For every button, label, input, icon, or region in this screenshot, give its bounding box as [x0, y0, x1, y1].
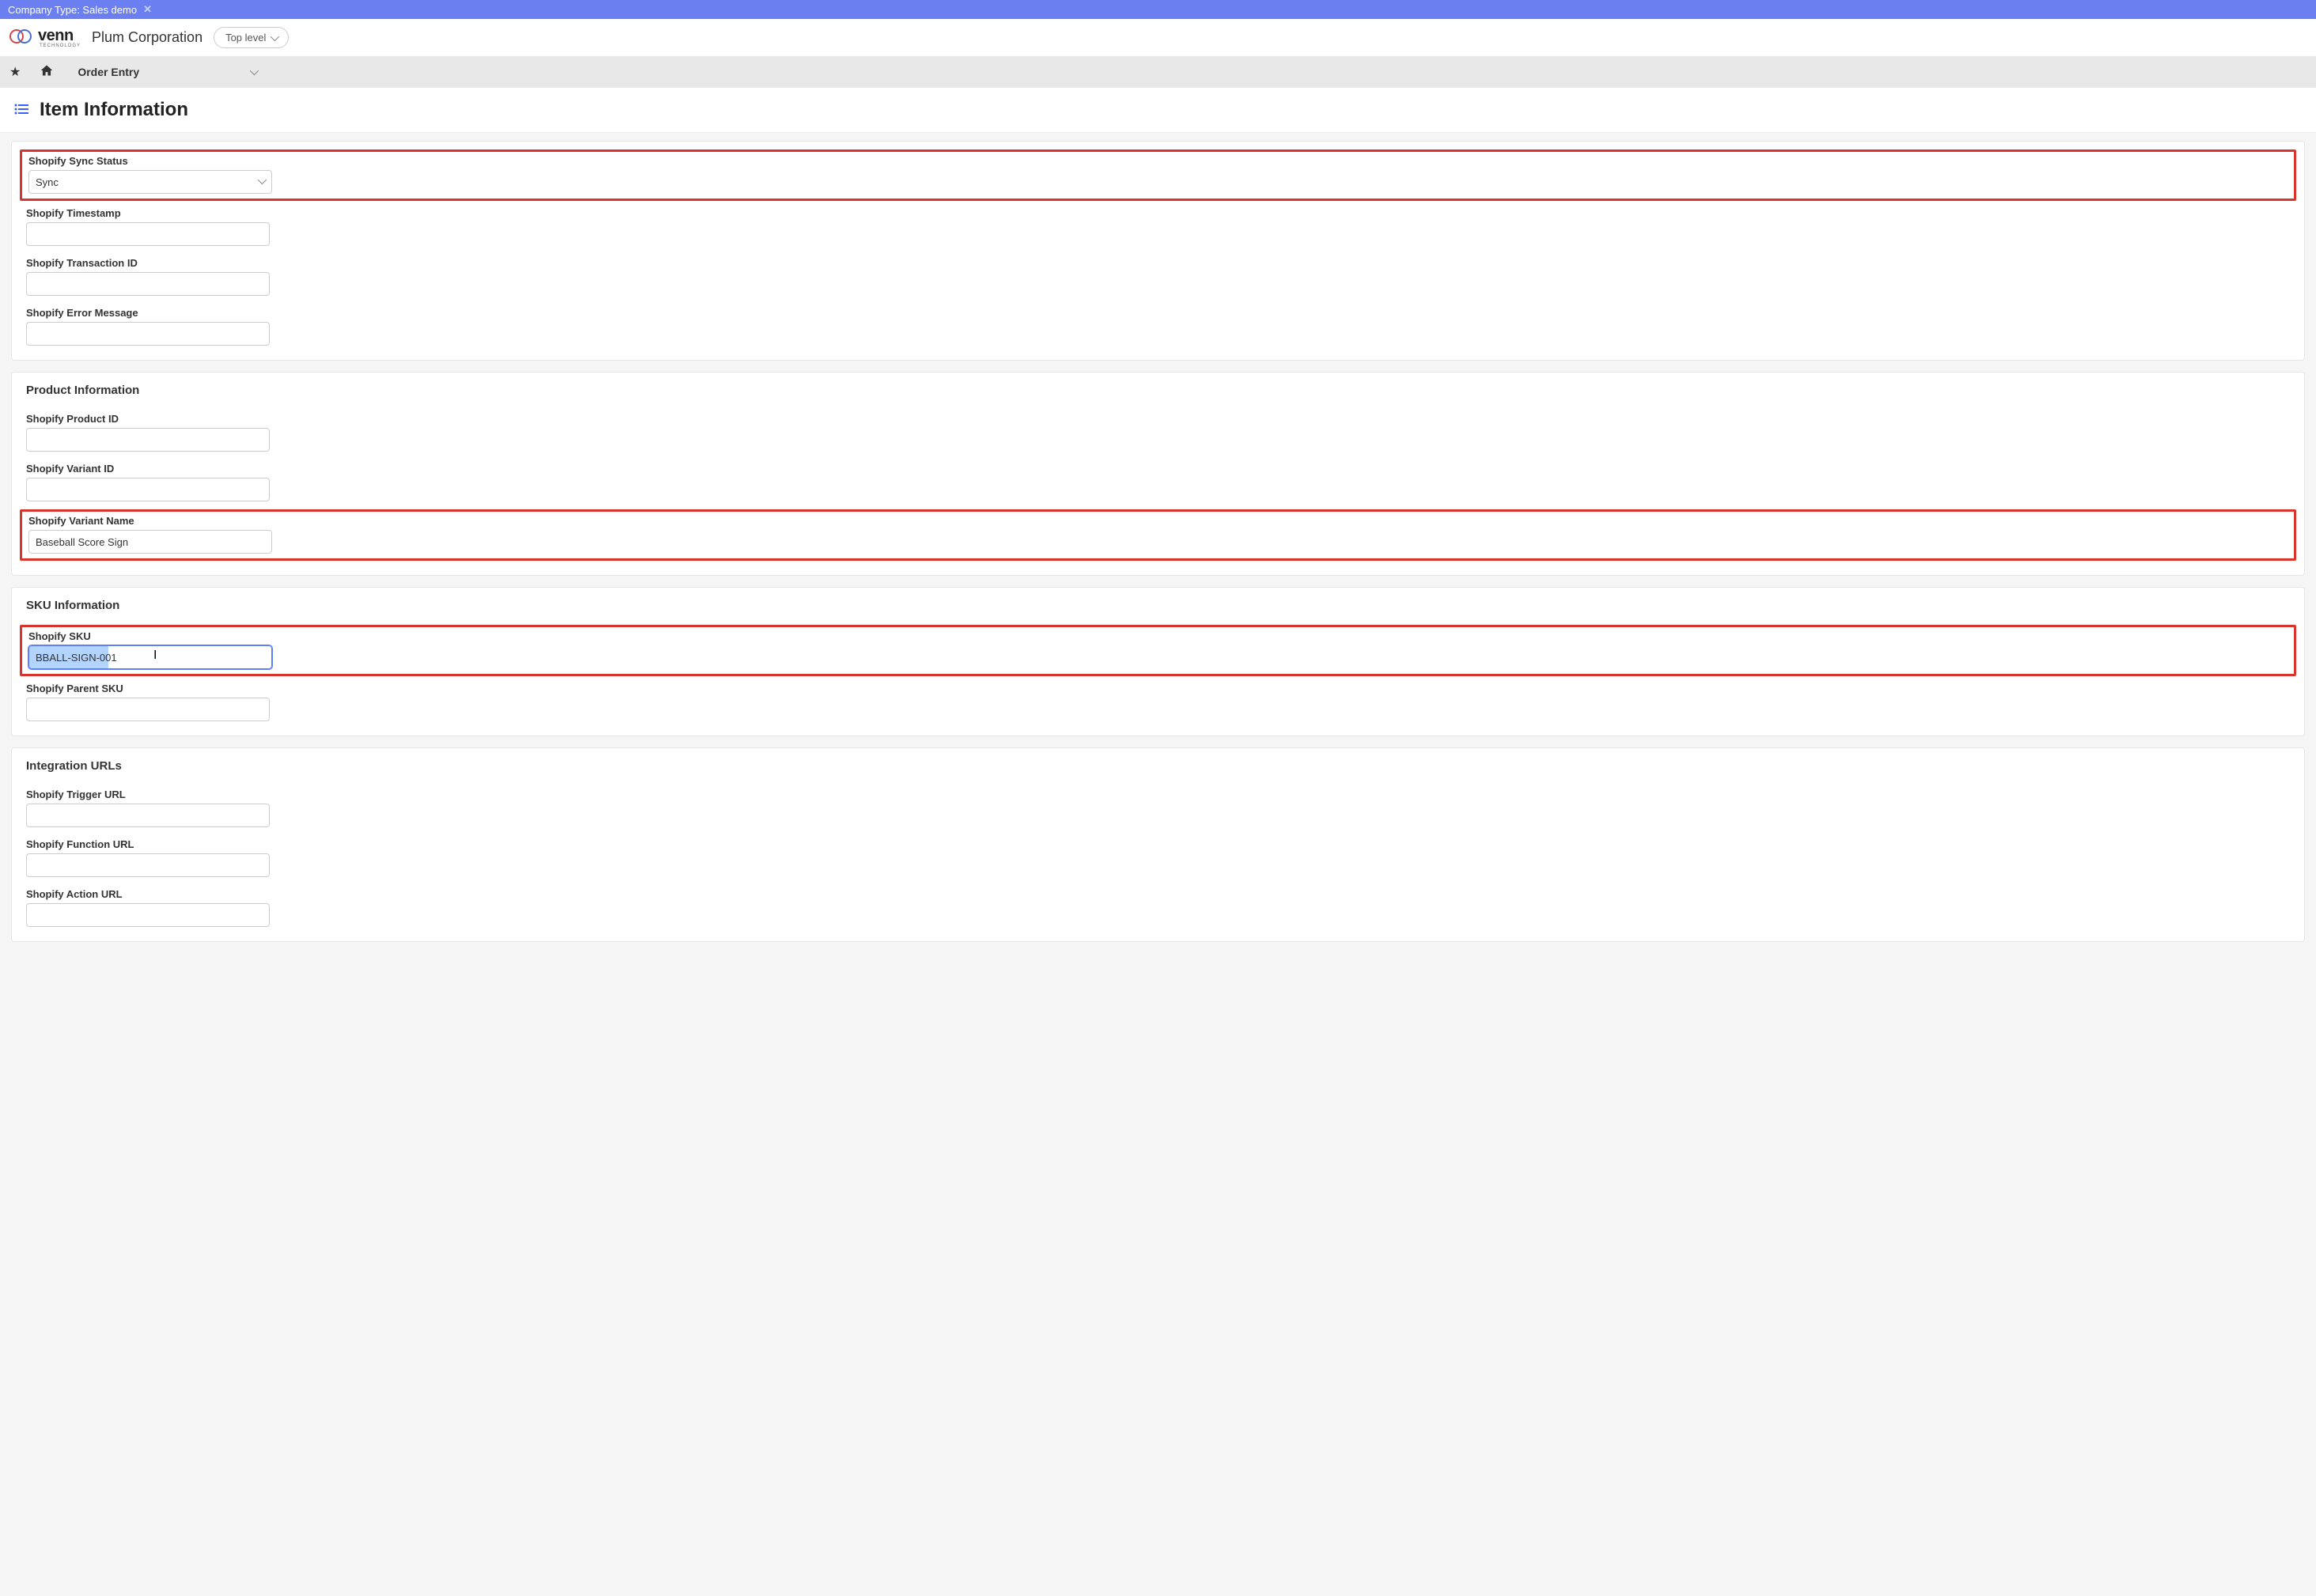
company-name: Plum Corporation — [92, 29, 202, 46]
variant-id-label: Shopify Variant ID — [26, 463, 270, 475]
action-url-input[interactable] — [26, 903, 270, 927]
logo-rings-icon — [9, 28, 36, 48]
header: venn TECHNOLOGY Plum Corporation Top lev… — [0, 19, 2316, 56]
product-card: Product Information Shopify Product ID S… — [11, 372, 2305, 576]
sku-heading: SKU Information — [26, 599, 2290, 617]
sync-status-highlight: Shopify Sync Status Sync — [20, 149, 2296, 201]
transaction-id-input[interactable] — [26, 272, 270, 296]
urls-card: Integration URLs Shopify Trigger URL Sho… — [11, 747, 2305, 942]
transaction-id-label: Shopify Transaction ID — [26, 257, 270, 269]
nav-bar: ★ Order Entry — [0, 56, 2316, 88]
action-url-label: Shopify Action URL — [26, 888, 270, 900]
nav-order-entry[interactable]: Order Entry — [73, 66, 261, 78]
sku-input[interactable] — [28, 645, 272, 669]
trigger-url-input[interactable] — [26, 804, 270, 827]
error-message-label: Shopify Error Message — [26, 307, 270, 319]
star-icon[interactable]: ★ — [9, 64, 21, 80]
variant-name-label: Shopify Variant Name — [28, 515, 272, 527]
list-icon[interactable] — [14, 102, 28, 119]
content: Shopify Sync Status Sync Shopify Timesta… — [0, 133, 2316, 961]
home-icon[interactable] — [40, 64, 54, 81]
product-id-label: Shopify Product ID — [26, 413, 270, 425]
sync-status-label: Shopify Sync Status — [28, 155, 272, 167]
sync-card: Shopify Sync Status Sync Shopify Timesta… — [11, 141, 2305, 361]
top-level-dropdown[interactable]: Top level — [214, 27, 289, 48]
top-level-label: Top level — [225, 32, 266, 43]
trigger-url-label: Shopify Trigger URL — [26, 789, 270, 800]
logo-text: venn — [38, 27, 81, 45]
sku-highlight: Shopify SKU I — [20, 625, 2296, 676]
parent-sku-label: Shopify Parent SKU — [26, 683, 270, 694]
function-url-label: Shopify Function URL — [26, 838, 270, 850]
page-title: Item Information — [40, 99, 188, 121]
sku-card: SKU Information Shopify SKU I Shopify Pa… — [11, 587, 2305, 736]
title-row: Item Information — [0, 88, 2316, 133]
sync-status-select[interactable]: Sync — [28, 170, 272, 194]
variant-id-input[interactable] — [26, 478, 270, 501]
chevron-down-icon — [250, 66, 259, 75]
timestamp-input[interactable] — [26, 222, 270, 246]
error-message-input[interactable] — [26, 322, 270, 346]
product-heading: Product Information — [26, 384, 2290, 402]
variant-name-highlight: Shopify Variant Name — [20, 509, 2296, 561]
close-icon[interactable]: ✕ — [143, 3, 152, 16]
function-url-input[interactable] — [26, 853, 270, 877]
chevron-down-icon — [271, 32, 279, 40]
sku-label: Shopify SKU — [28, 630, 272, 642]
logo[interactable]: venn TECHNOLOGY — [9, 27, 81, 48]
logo-subtext: TECHNOLOGY — [38, 43, 81, 48]
nav-item-label: Order Entry — [78, 66, 139, 78]
banner-text: Company Type: Sales demo — [8, 4, 137, 16]
timestamp-label: Shopify Timestamp — [26, 207, 270, 219]
product-id-input[interactable] — [26, 428, 270, 452]
variant-name-input[interactable] — [28, 530, 272, 554]
company-type-banner: Company Type: Sales demo ✕ — [0, 0, 2316, 19]
parent-sku-input[interactable] — [26, 698, 270, 721]
urls-heading: Integration URLs — [26, 759, 2290, 777]
